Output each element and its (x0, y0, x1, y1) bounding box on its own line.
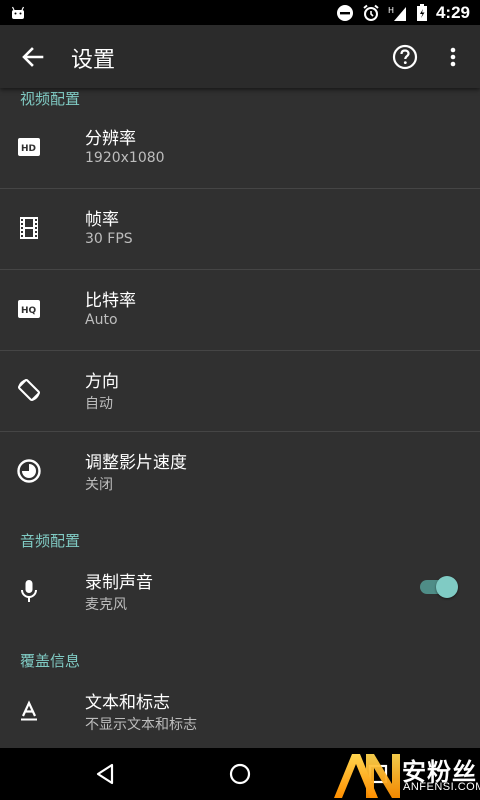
section-header-overlay: 覆盖信息 (20, 652, 81, 670)
setting-summary: Auto (85, 312, 118, 328)
svg-text:H: H (388, 6, 394, 15)
setting-title: 比特率 (85, 291, 136, 311)
setting-speed[interactable]: 调整影片速度 关闭 (0, 432, 480, 512)
setting-summary: 不显示文本和标志 (85, 717, 197, 733)
film-icon (16, 215, 42, 241)
svg-text:HD: HD (21, 144, 36, 154)
screen-rotation-icon (16, 377, 42, 403)
setting-summary: 麦克风 (85, 597, 127, 613)
setting-title: 分辨率 (85, 129, 136, 149)
hq-icon: HQ (16, 296, 42, 322)
setting-title: 调整影片速度 (85, 453, 187, 473)
mic-icon (16, 578, 42, 604)
speed-icon (16, 458, 42, 484)
setting-text-and-logo[interactable]: 文本和标志 不显示文本和标志 (0, 672, 480, 748)
setting-resolution[interactable]: HD 分辨率 1920x1080 (0, 108, 480, 188)
help-icon[interactable] (391, 43, 419, 71)
settings-list: 视频配置 HD 分辨率 1920x1080 帧率 30 FPS HQ 比特率 A… (0, 88, 480, 748)
section-header-video: 视频配置 (20, 90, 81, 108)
toggle-thumb (436, 576, 458, 598)
more-vert-icon[interactable] (444, 43, 462, 71)
android-icon (10, 5, 26, 21)
home-circle-icon[interactable] (226, 760, 254, 788)
setting-title: 录制声音 (85, 573, 153, 593)
setting-summary: 1920x1080 (85, 150, 165, 166)
section-header-audio: 音频配置 (20, 532, 81, 550)
setting-title: 文本和标志 (85, 693, 170, 713)
setting-summary: 自动 (85, 396, 113, 412)
svg-text:HQ: HQ (21, 306, 37, 316)
status-bar: H 4:29 (0, 0, 480, 25)
app-bar: 设置 (0, 25, 480, 88)
setting-title: 方向 (85, 372, 119, 392)
status-time: 4:29 (435, 3, 470, 22)
battery-icon (416, 4, 428, 22)
recents-square-icon[interactable] (364, 760, 392, 788)
text-format-icon (16, 698, 42, 724)
alarm-icon (362, 4, 380, 22)
page-title: 设置 (71, 48, 116, 73)
setting-frame-rate[interactable]: 帧率 30 FPS (0, 189, 480, 269)
setting-title: 帧率 (85, 210, 119, 230)
record-audio-toggle[interactable] (416, 574, 460, 600)
setting-summary: 30 FPS (85, 231, 133, 247)
setting-orientation[interactable]: 方向 自动 (0, 351, 480, 431)
setting-record-audio[interactable]: 录制声音 麦克风 (0, 552, 480, 632)
setting-summary: 关闭 (85, 477, 113, 493)
hd-icon: HD (16, 134, 42, 160)
signal-icon: H (388, 4, 408, 22)
dnd-icon (336, 4, 354, 22)
back-triangle-icon[interactable] (92, 760, 120, 788)
setting-bitrate[interactable]: HQ 比特率 Auto (0, 270, 480, 350)
watermark-en-text: ANFENSI.COM (403, 781, 480, 793)
back-arrow-icon[interactable] (20, 44, 46, 70)
